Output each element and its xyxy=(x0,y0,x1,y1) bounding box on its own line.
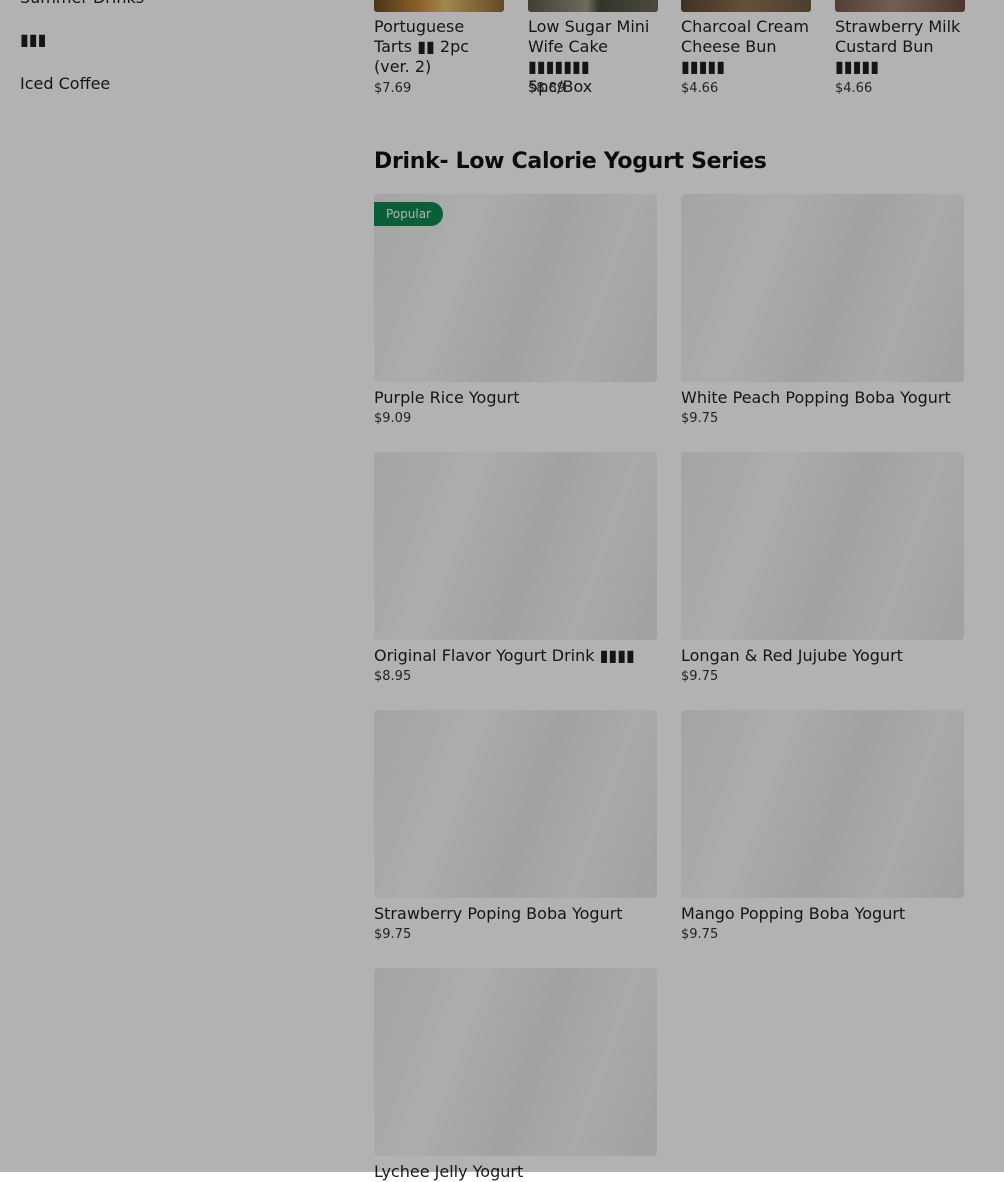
modal-backdrop[interactable] xyxy=(0,0,1004,1172)
